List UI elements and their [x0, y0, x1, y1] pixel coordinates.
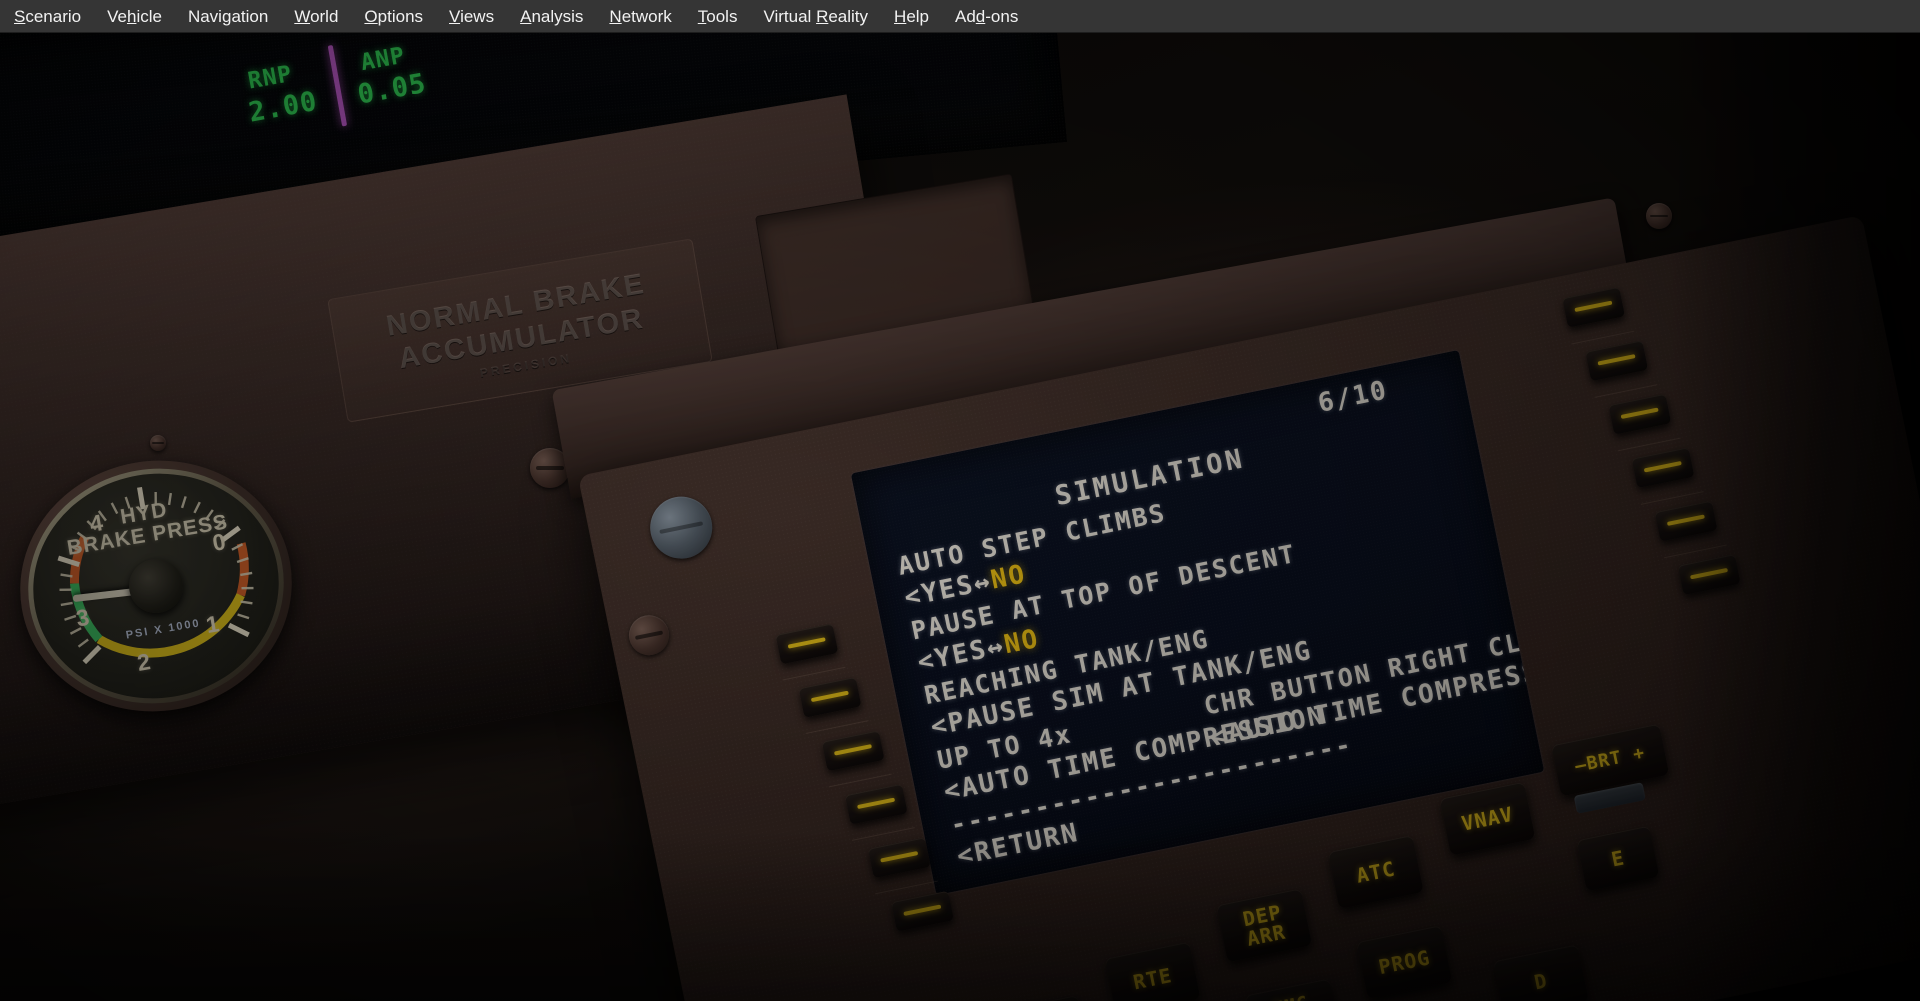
menu-item-help[interactable]: Help — [881, 0, 942, 33]
panel-screw-3 — [150, 435, 166, 451]
menu-item-world[interactable]: World — [281, 0, 351, 33]
menu-item-add-ons[interactable]: Add-ons — [942, 0, 1031, 33]
menu-item-vehicle[interactable]: Vehicle — [94, 0, 175, 33]
menu-item-scenario[interactable]: Scenario — [0, 0, 94, 33]
nd-rnp-value: 2.00 — [246, 86, 319, 129]
key-rte-line1: RTE — [1131, 965, 1173, 993]
lsk-right-5-bar — [1667, 514, 1705, 525]
cdu-page-indicator: 6/10 — [1315, 375, 1390, 418]
nd-anp-label: ANP — [359, 43, 407, 76]
menu-item-network[interactable]: Network — [596, 0, 684, 33]
menu-item-navigation[interactable]: Navigation — [175, 0, 281, 33]
application-window: Scenario Vehicle Navigation World Option… — [0, 0, 1920, 1001]
cockpit-3d-view[interactable]: 0.0 RNP 2.00 ANP 0.05 IRS(3) NORMAL BRAK… — [0, 33, 1920, 1001]
nd-rnp-label: RNP — [246, 61, 294, 94]
lsk-right-3-bar — [1621, 408, 1659, 419]
menu-item-views[interactable]: Views — [436, 0, 507, 33]
lsk-right-6-bar — [1690, 568, 1728, 579]
nd-deviation-bar — [328, 45, 347, 127]
lsk-right-1-bar — [1574, 301, 1612, 312]
menu-item-tools[interactable]: Tools — [685, 0, 751, 33]
lsk-left-6-bar — [903, 904, 941, 915]
key-fmc-comm-line1: FMC — [1272, 994, 1310, 1001]
lsk-left-1-bar — [788, 637, 826, 648]
key-dep-arr-line2: ARR — [1245, 921, 1287, 949]
nd-anp-value: 0.05 — [355, 68, 428, 111]
cdu-value-1: NO — [988, 559, 1029, 595]
key-brightness-line1: –BRT + — [1574, 744, 1647, 776]
menu-item-virtual-reality[interactable]: Virtual Reality — [750, 0, 881, 33]
key-vnav-line1: VNAV — [1460, 804, 1515, 834]
hyd-brake-press-gauge: HYD BRAKE PRESS PSI X 1000 0 1 2 3 4 — [1, 440, 311, 731]
menu-item-options[interactable]: Options — [351, 0, 436, 33]
panel-screw-4 — [1646, 203, 1672, 229]
lsk-right-4-bar — [1644, 461, 1682, 472]
cdu-value-2: NO — [1002, 624, 1043, 660]
main-menu-bar: Scenario Vehicle Navigation World Option… — [0, 0, 1920, 33]
menu-item-analysis[interactable]: Analysis — [507, 0, 596, 33]
key-atc-line1: ATC — [1355, 858, 1397, 886]
lsk-left-3-bar — [834, 744, 872, 755]
cdu-label-1: AUTO STEP CLIMBS — [895, 498, 1168, 581]
lsk-left-4-bar — [857, 798, 895, 809]
gauge-face: HYD BRAKE PRESS PSI X 1000 0 1 2 3 4 — [16, 455, 296, 717]
lsk-right-2-bar — [1598, 354, 1636, 365]
key-prog-line1: PROG — [1377, 947, 1432, 977]
key-d-line1: D — [1532, 970, 1549, 993]
key-exec-line1: E — [1610, 847, 1627, 870]
lsk-left-5-bar — [880, 851, 918, 862]
lsk-left-2-bar — [811, 691, 849, 702]
